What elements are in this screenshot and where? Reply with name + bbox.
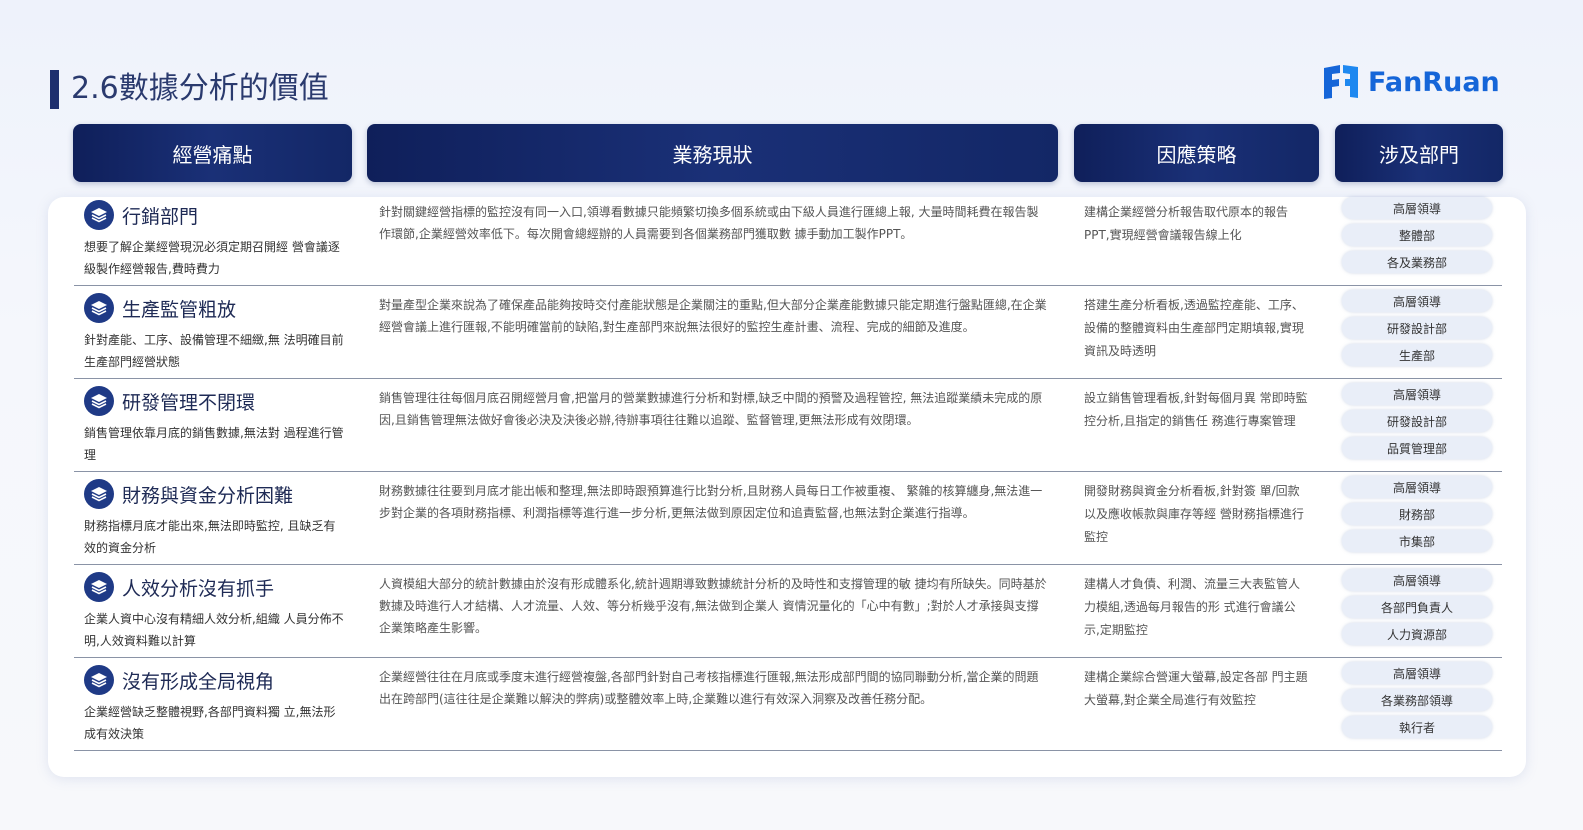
pain-cell: 生產監管粗放 針對產能、工序、設備管理不細緻,無 法明確目前生產部門經營狀態 [84,293,354,373]
status-text: 針對關鍵經營指標的監控沒有同一入口,領導看數據只能頻繁切換多個系統或由下級人員進… [379,205,1039,241]
dept-list: 高層領導 整體部 各及業務部 [1342,197,1492,278]
table-row: 行銷部門 想要了解企業經營現況必須定期召開經 營會議逐級製作經營報告,費時費力 … [74,192,1502,286]
layers-icon [84,479,114,509]
pain-description: 企業人資中心沒有精細人效分析,組織 人員分佈不明,人效資料難以計算 [84,612,344,648]
header-dept: 涉及部門 [1335,124,1503,182]
dept-badge: 高層領導 [1342,569,1492,591]
dept-list: 高層領導 各業務部領導 執行者 [1342,662,1492,743]
dept-list: 高層領導 各部門負責人 人力資源部 [1342,569,1492,650]
pain-description: 針對產能、工序、設備管理不細緻,無 法明確目前生產部門經營狀態 [84,333,344,369]
header-status: 業務現狀 [367,124,1058,182]
table-row: 財務與資金分析困難 財務指標月底才能出來,無法即時監控, 且缺乏有效的資金分析 … [74,471,1502,565]
dept-badge: 執行者 [1342,716,1492,738]
dept-badge: 高層領導 [1342,197,1492,219]
layers-icon [84,386,114,416]
strategy-text: 設立銷售管理看板,針對每個月異 常即時監控分析,且指定的銷售任 務進行專案管理 [1084,391,1308,428]
layers-icon [84,665,114,695]
pain-description: 銷售管理依靠月底的銷售數據,無法對 過程進行管理 [84,426,344,462]
pain-cell: 人效分析沒有抓手 企業人資中心沒有精細人效分析,組織 人員分佈不明,人效資料難以… [84,572,354,652]
dept-badge: 高層領導 [1342,662,1492,684]
dept-list: 高層領導 研發設計部 生產部 [1342,290,1492,371]
dept-badge: 人力資源部 [1342,623,1492,645]
dept-badge: 研發設計部 [1342,410,1492,432]
brand-name: FanRuan [1368,66,1500,98]
dept-badge: 研發設計部 [1342,317,1492,339]
strategy-text: 建構企業綜合營運大螢幕,設定各部 門主題大螢幕,對企業全局進行有效監控 [1084,670,1308,707]
status-text: 對量產型企業來說為了確保產品能夠按時交付產能狀態是企業關注的重點,但大部分企業產… [379,298,1047,334]
strategy-text: 開發財務與資金分析看板,針對簽 單/回款以及應收帳款與庫存等經 營財務指標進行監… [1084,484,1304,544]
pain-description: 企業經營缺乏整體視野,各部門資料獨 立,無法形成有效決策 [84,705,336,741]
dept-badge: 各及業務部 [1342,251,1492,273]
header-pain: 經營痛點 [73,124,352,182]
table-row: 生產監管粗放 針對產能、工序、設備管理不細緻,無 法明確目前生產部門經營狀態 對… [74,285,1502,379]
fanruan-logo-icon [1324,65,1358,99]
pain-title: 行銷部門 [122,205,199,228]
dept-badge: 各部門負責人 [1342,596,1492,618]
pain-title: 生產監管粗放 [122,298,237,321]
pain-title: 沒有形成全局視角 [122,670,275,693]
layers-icon [84,293,114,323]
pain-cell: 財務與資金分析困難 財務指標月底才能出來,無法即時監控, 且缺乏有效的資金分析 [84,479,354,559]
strategy-text: 建構人才負債、利潤、流量三大表監管人力模組,透過每月報告的形 式進行會議公示,定… [1084,577,1301,637]
dept-badge: 各業務部領導 [1342,689,1492,711]
dept-badge: 財務部 [1342,503,1492,525]
pain-description: 財務指標月底才能出來,無法即時監控, 且缺乏有效的資金分析 [84,519,336,555]
dept-badge: 高層領導 [1342,476,1492,498]
status-text: 企業經營往往在月底或季度末進行經營複盤,各部門針對自己考核指標進行匯報,無法形成… [379,670,1039,706]
pain-title: 財務與資金分析困難 [122,484,294,507]
pain-cell: 沒有形成全局視角 企業經營缺乏整體視野,各部門資料獨 立,無法形成有效決策 [84,665,354,745]
pain-cell: 研發管理不閉環 銷售管理依靠月底的銷售數據,無法對 過程進行管理 [84,386,354,466]
table-row: 研發管理不閉環 銷售管理依靠月底的銷售數據,無法對 過程進行管理 銷售管理往往每… [74,378,1502,472]
page-title: 2.6數據分析的價值 [71,71,329,106]
table-row: 沒有形成全局視角 企業經營缺乏整體視野,各部門資料獨 立,無法形成有效決策 企業… [74,657,1502,751]
table-row: 人效分析沒有抓手 企業人資中心沒有精細人效分析,組織 人員分佈不明,人效資料難以… [74,564,1502,658]
pain-cell: 行銷部門 想要了解企業經營現況必須定期召開經 營會議逐級製作經營報告,費時費力 [84,200,354,280]
header-strategy: 因應策略 [1074,124,1319,182]
brand-logo: FanRuan [1322,64,1500,100]
dept-badge: 高層領導 [1342,290,1492,312]
status-text: 人資模組大部分的統計數據由於沒有形成體系化,統計週期導致數據統計分析的及時性和支… [379,577,1047,635]
strategy-text: 搭建生產分析看板,透過監控產能、工序、設備的整體資料由生產部門定期填報,實現資訊… [1084,298,1304,358]
dept-list: 高層領導 研發設計部 品質管理部 [1342,383,1492,464]
pain-title: 研發管理不閉環 [122,391,256,414]
status-text: 銷售管理往往每個月底召開經營月會,把當月的營業數據進行分析和對標,缺乏中間的預警… [379,391,1043,427]
dept-badge: 品質管理部 [1342,437,1492,459]
pain-description: 想要了解企業經營現況必須定期召開經 營會議逐級製作經營報告,費時費力 [84,240,340,276]
status-text: 財務數據往往要到月底才能出帳和整理,無法即時跟預算進行比對分析,且財務人員每日工… [379,484,1043,520]
strategy-text: 建構企業經營分析報告取代原本的報告PPT,實現經營會議報告線上化 [1084,205,1289,242]
dept-badge: 生產部 [1342,344,1492,366]
dept-badge: 高層領導 [1342,383,1492,405]
pain-title: 人效分析沒有抓手 [122,577,275,600]
title-accent-bar [50,70,59,109]
layers-icon [84,200,114,230]
dept-list: 高層領導 財務部 市集部 [1342,476,1492,557]
layers-icon [84,572,114,602]
dept-badge: 市集部 [1342,530,1492,552]
dept-badge: 整體部 [1342,224,1492,246]
